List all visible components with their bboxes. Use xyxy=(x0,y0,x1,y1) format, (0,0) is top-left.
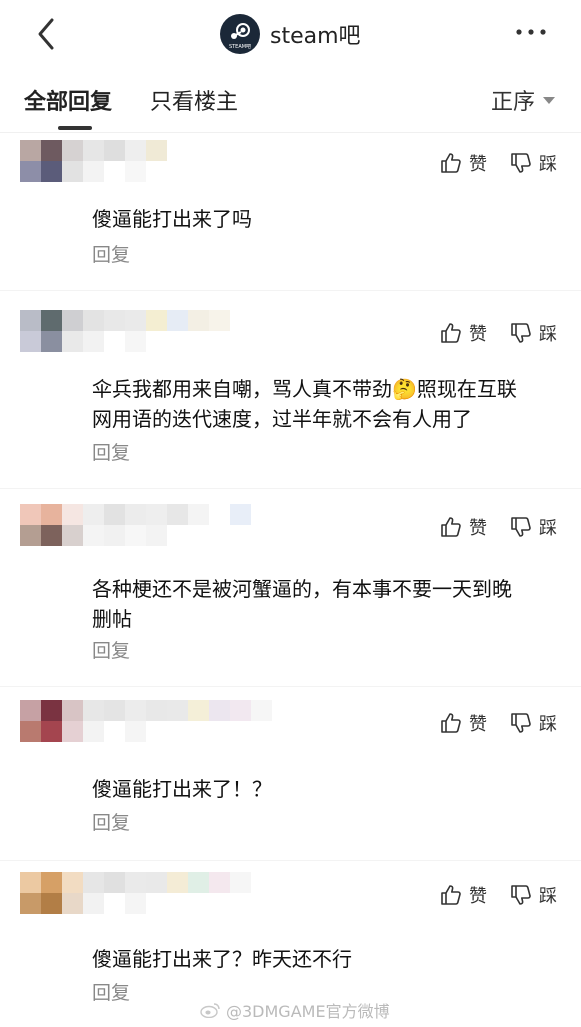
dislike-label: 踩 xyxy=(539,324,557,345)
comment-actions: 赞 踩 xyxy=(439,320,557,346)
dislike-button[interactable]: 踩 xyxy=(509,320,557,346)
sort-dropdown[interactable]: 正序 xyxy=(491,84,555,116)
like-label: 赞 xyxy=(469,886,487,907)
dislike-button[interactable]: 踩 xyxy=(509,150,557,176)
divider xyxy=(0,290,581,291)
like-button[interactable]: 赞 xyxy=(439,882,487,908)
dislike-button[interactable]: 踩 xyxy=(509,514,557,540)
reply-tabs: 全部回复 只看楼主 正序 xyxy=(0,72,581,133)
thumbs-down-icon xyxy=(511,713,531,733)
blurred-user-info xyxy=(20,310,230,352)
tab-all-replies[interactable]: 全部回复 xyxy=(24,84,112,116)
thumbs-down-icon xyxy=(511,153,531,173)
back-icon[interactable] xyxy=(30,14,66,54)
divider xyxy=(0,686,581,687)
more-options-icon[interactable] xyxy=(511,20,551,44)
comment-text: 傻逼能打出来了？昨天还不行 xyxy=(92,944,552,974)
like-label: 赞 xyxy=(469,714,487,735)
like-label: 赞 xyxy=(469,518,487,539)
watermark-text: @3DMGAME官方微博 xyxy=(226,1002,390,1021)
reply-link[interactable]: 回复 xyxy=(92,636,130,663)
thumbs-down-icon xyxy=(511,517,531,537)
thumbs-up-icon xyxy=(441,885,461,905)
dislike-label: 踩 xyxy=(539,518,557,539)
reply-link[interactable]: 回复 xyxy=(92,240,130,267)
blurred-user-info xyxy=(20,700,272,742)
dislike-label: 踩 xyxy=(539,714,557,735)
like-label: 赞 xyxy=(469,154,487,175)
comment-line: 傻逼能打出来了？昨天还不行 xyxy=(92,947,352,971)
caret-down-icon xyxy=(543,96,555,104)
comment-line: 伞兵我都用来自嘲，骂人真不带劲🤔照现在互联 xyxy=(92,377,517,401)
comment-actions: 赞 踩 xyxy=(439,882,557,908)
comment-text: 傻逼能打出来了！？ xyxy=(92,774,552,804)
forum-title: steam吧 xyxy=(270,24,361,49)
comment-line: 网用语的迭代速度，过半年就不会有人用了 xyxy=(92,407,472,431)
weibo-icon xyxy=(200,1003,220,1018)
comment-text: 傻逼能打出来了吗 xyxy=(92,204,552,234)
comment-actions: 赞 踩 xyxy=(439,514,557,540)
forum-brand[interactable]: STEAM吧 steam吧 xyxy=(220,14,361,54)
steam-logo-icon: STEAM吧 xyxy=(220,14,260,54)
comment-line: 傻逼能打出来了吗 xyxy=(92,207,252,231)
blurred-user-info xyxy=(20,140,188,182)
like-button[interactable]: 赞 xyxy=(439,320,487,346)
like-button[interactable]: 赞 xyxy=(439,150,487,176)
reply-link[interactable]: 回复 xyxy=(92,808,130,835)
active-tab-indicator xyxy=(58,126,92,130)
reply-link[interactable]: 回复 xyxy=(92,438,130,465)
comment-text: 伞兵我都用来自嘲，骂人真不带劲🤔照现在互联 网用语的迭代速度，过半年就不会有人用… xyxy=(92,374,552,434)
watermark: @3DMGAME官方微博 xyxy=(200,998,390,1022)
thumbs-up-icon xyxy=(441,517,461,537)
thumbs-down-icon xyxy=(511,323,531,343)
dislike-button[interactable]: 踩 xyxy=(509,882,557,908)
blurred-user-info xyxy=(20,504,251,546)
top-bar: STEAM吧 steam吧 xyxy=(0,0,581,70)
comment-actions: 赞 踩 xyxy=(439,710,557,736)
tab-owner-only[interactable]: 只看楼主 xyxy=(150,84,238,116)
comment-line: 傻逼能打出来了！？ xyxy=(92,777,272,801)
like-button[interactable]: 赞 xyxy=(439,710,487,736)
divider xyxy=(0,860,581,861)
thumbs-down-icon xyxy=(511,885,531,905)
blurred-user-info xyxy=(20,872,251,914)
thumbs-up-icon xyxy=(441,323,461,343)
dislike-button[interactable]: 踩 xyxy=(509,710,557,736)
sort-label: 正序 xyxy=(490,90,535,115)
dislike-label: 踩 xyxy=(539,154,557,175)
divider xyxy=(0,488,581,489)
thumbs-up-icon xyxy=(441,153,461,173)
like-label: 赞 xyxy=(469,324,487,345)
thumbs-up-icon xyxy=(441,713,461,733)
dislike-label: 踩 xyxy=(539,886,557,907)
comment-line: 删帖 xyxy=(92,607,132,631)
reply-link[interactable]: 回复 xyxy=(92,978,130,1005)
comment-actions: 赞 踩 xyxy=(439,150,557,176)
logo-text: STEAM吧 xyxy=(229,44,251,50)
like-button[interactable]: 赞 xyxy=(439,514,487,540)
comment-line: 各种梗还不是被河蟹逼的，有本事不要一天到晚 xyxy=(92,577,512,601)
comment-text: 各种梗还不是被河蟹逼的，有本事不要一天到晚 删帖 xyxy=(92,574,552,634)
